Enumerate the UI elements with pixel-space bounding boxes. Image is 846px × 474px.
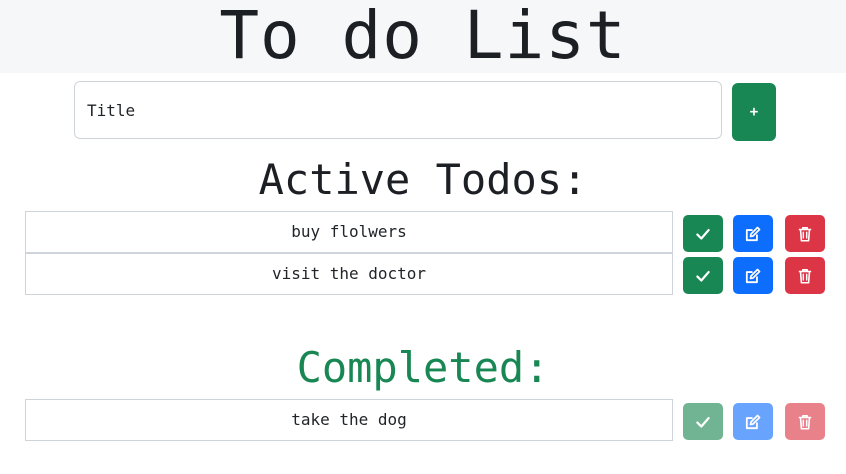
completed-todo-item: take the dog xyxy=(25,399,825,441)
check-icon xyxy=(696,228,710,240)
todo-title-input[interactable] xyxy=(74,81,722,139)
active-todo-item: visit the doctor xyxy=(25,253,825,295)
check-icon xyxy=(696,416,710,428)
todo-text: take the dog xyxy=(25,399,673,441)
completed-heading: Completed: xyxy=(296,343,550,392)
edit-icon xyxy=(745,226,761,241)
edit-button[interactable] xyxy=(733,257,773,294)
page-title: To do List xyxy=(219,0,627,74)
todo-text: buy flolwers xyxy=(25,211,673,253)
complete-button[interactable] xyxy=(683,215,723,252)
active-todos-heading: Active Todos: xyxy=(258,155,588,204)
delete-button[interactable] xyxy=(785,257,825,294)
page-header: To do List xyxy=(0,0,846,74)
check-icon xyxy=(696,270,710,282)
delete-button[interactable] xyxy=(785,215,825,252)
edit-button[interactable] xyxy=(733,403,773,440)
todo-text: visit the doctor xyxy=(25,253,673,295)
trash-icon xyxy=(798,414,812,430)
edit-icon xyxy=(745,414,761,429)
active-todo-item: buy flolwers xyxy=(25,211,825,253)
trash-icon xyxy=(798,268,812,284)
complete-button[interactable] xyxy=(683,403,723,440)
delete-button[interactable] xyxy=(785,403,825,440)
add-todo-button[interactable]: + xyxy=(732,83,776,141)
complete-button[interactable] xyxy=(683,257,723,294)
trash-icon xyxy=(798,226,812,242)
edit-button[interactable] xyxy=(733,215,773,252)
edit-icon xyxy=(745,268,761,283)
